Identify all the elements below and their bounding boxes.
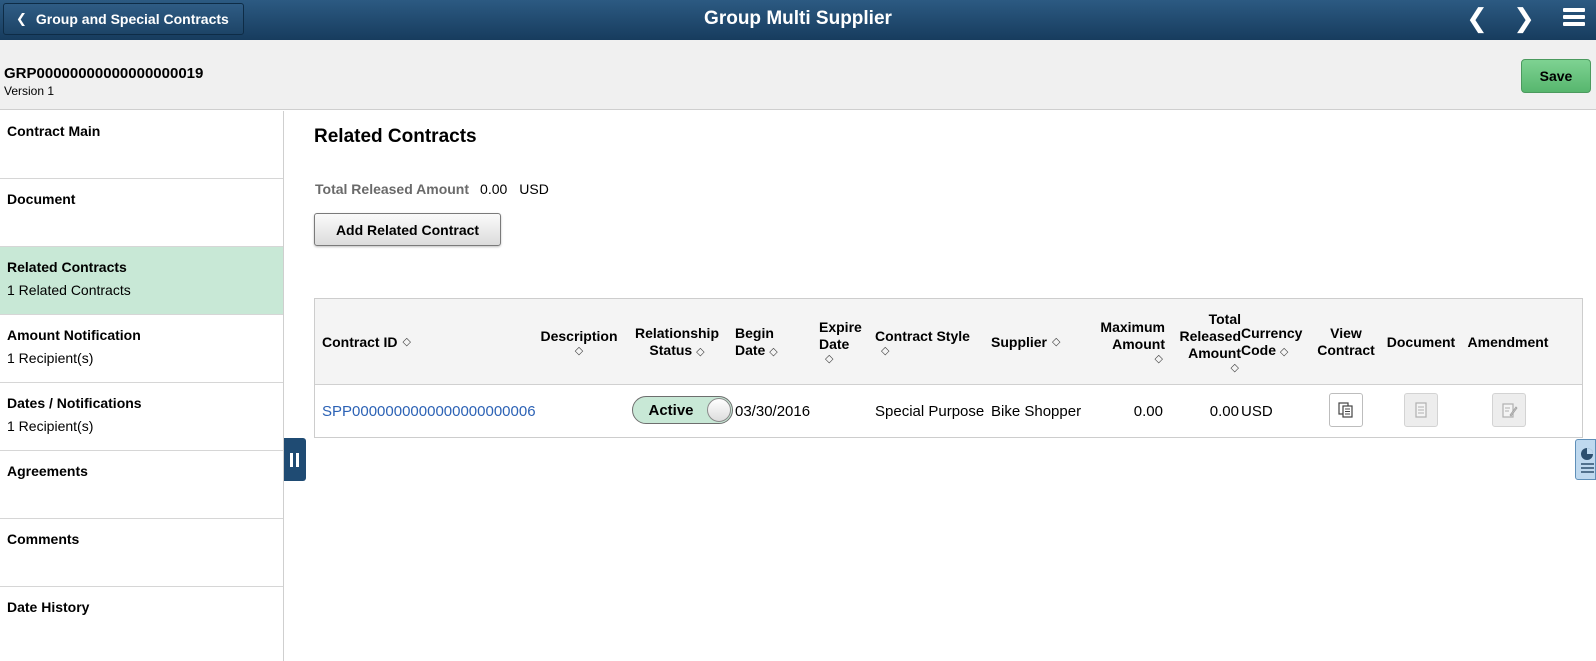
sidebar-item-comments[interactable]: Comments xyxy=(0,519,283,587)
back-button-label: Group and Special Contracts xyxy=(35,11,229,27)
document-icon xyxy=(1415,402,1427,418)
related-actions-tab[interactable] xyxy=(1575,439,1596,480)
page-header: GRP00000000000000000019 Version 1 Save xyxy=(0,40,1596,110)
maximum-amount-cell: 0.00 xyxy=(1133,402,1163,420)
sort-icon: ◇ xyxy=(1230,361,1239,374)
sidebar-item-count: 1 Recipient(s) xyxy=(7,350,94,366)
view-contract-button[interactable] xyxy=(1329,393,1363,427)
sidebar-item-date-history[interactable]: Date History xyxy=(0,587,283,655)
sort-icon: ◇ xyxy=(1052,336,1061,348)
sort-icon: ◇ xyxy=(1154,353,1163,365)
sort-icon: ◇ xyxy=(881,344,890,357)
column-header-relationship-status[interactable]: Relationship Status ◇ xyxy=(631,299,723,385)
relationship-status-toggle[interactable]: Active xyxy=(632,396,733,424)
total-released-value: 0.00 xyxy=(480,181,508,197)
add-related-contract-button[interactable]: Add Related Contract xyxy=(314,213,501,246)
total-released-amount: Total Released Amount 0.00 USD xyxy=(315,181,549,197)
total-released-label: Total Released Amount xyxy=(315,181,470,197)
table-row: SPP0000000000000000000006 Active 03/30/2… xyxy=(315,385,1582,437)
sidebar-item-label: Dates / Notifications xyxy=(7,395,142,411)
supplier-cell: Bike Shopper xyxy=(991,402,1082,420)
sort-icon: ◇ xyxy=(1279,346,1289,358)
view-contract-icon xyxy=(1338,402,1353,418)
sort-icon: ◇ xyxy=(825,353,834,365)
column-header-currency-code[interactable]: Currency Code ◇ xyxy=(1241,299,1302,385)
sidebar-item-count: 1 Related Contracts xyxy=(7,282,131,298)
sidebar-item-label: Comments xyxy=(7,531,80,547)
sidebar-item-label: Agreements xyxy=(7,463,88,479)
currency-code-cell: USD xyxy=(1241,402,1273,420)
contract-id-cell: SPP0000000000000000000006 xyxy=(322,385,536,437)
amendment-icon xyxy=(1502,403,1518,418)
toggle-knob xyxy=(707,398,731,422)
sidebar-item-dates-notifications[interactable]: Dates / Notifications 1 Recipient(s) xyxy=(0,383,283,451)
total-released-amount-cell: 0.00 xyxy=(1209,402,1239,420)
total-released-currency: USD xyxy=(519,181,549,197)
column-header-begin-date[interactable]: Begin Date ◇ xyxy=(735,299,778,385)
contract-id-link[interactable]: SPP0000000000000000000006 xyxy=(322,403,536,420)
sidebar-item-label: Contract Main xyxy=(7,123,101,139)
column-header-contract-id[interactable]: Contract ID ◇ xyxy=(322,299,411,385)
save-button[interactable]: Save xyxy=(1521,59,1591,93)
pie-chart-icon xyxy=(1581,448,1594,473)
previous-icon[interactable]: ❮ xyxy=(1462,4,1492,34)
sidebar-item-label: Related Contracts xyxy=(7,259,127,275)
version-label: Version 1 xyxy=(4,84,55,98)
left-navigation: Contract Main Document Related Contracts… xyxy=(0,111,284,661)
sort-icon: ◇ xyxy=(402,336,411,348)
sidebar-item-label: Document xyxy=(7,191,76,207)
sidebar-item-amount-notification[interactable]: Amount Notification 1 Recipient(s) xyxy=(0,315,283,383)
column-header-view-contract: View Contract xyxy=(1317,325,1375,358)
amendment-button xyxy=(1492,393,1526,427)
column-header-contract-style[interactable]: Contract Style ◇ xyxy=(875,299,970,385)
grid-header: Contract ID ◇ Description ◇ Relationship S… xyxy=(315,299,1582,385)
sidebar-item-document[interactable]: Document xyxy=(0,179,283,247)
column-header-maximum-amount[interactable]: Maximum Amount ◇ xyxy=(1075,299,1165,385)
group-id: GRP00000000000000000019 xyxy=(4,65,204,82)
chevron-left-icon: ❮ xyxy=(16,11,27,26)
app-banner: ❮ Group and Special Contracts Group Mult… xyxy=(0,0,1596,40)
sidebar-item-related-contracts[interactable]: Related Contracts 1 Related Contracts xyxy=(0,247,283,315)
document-button xyxy=(1404,393,1438,427)
section-title: Related Contracts xyxy=(314,126,477,147)
contract-style-cell: Special Purpose xyxy=(875,402,985,420)
sidebar-item-count: 1 Recipient(s) xyxy=(7,418,94,434)
sort-icon: ◇ xyxy=(769,346,778,358)
menu-icon[interactable] xyxy=(1563,8,1585,30)
related-contracts-grid: Contract ID ◇ Description ◇ Relationship S… xyxy=(314,298,1583,438)
column-header-expire-date[interactable]: Expire Date ◇ xyxy=(819,299,862,385)
collapse-sidebar-button[interactable] xyxy=(284,438,306,481)
back-button[interactable]: ❮ Group and Special Contracts xyxy=(3,3,244,35)
sidebar-item-agreements[interactable]: Agreements xyxy=(0,451,283,519)
column-header-document: Document xyxy=(1386,333,1456,350)
sort-icon: ◇ xyxy=(696,346,705,358)
column-header-amendment: Amendment xyxy=(1467,333,1549,350)
sidebar-item-contract-main[interactable]: Contract Main xyxy=(0,111,283,179)
column-header-total-released-amount[interactable]: Total Released Amount ◇ xyxy=(1165,299,1241,385)
status-label: Active xyxy=(648,402,694,419)
sort-icon: ◇ xyxy=(574,344,584,357)
column-header-description[interactable]: Description ◇ xyxy=(537,299,621,385)
begin-date-cell: 03/30/2016 xyxy=(735,402,811,420)
sidebar-item-label: Amount Notification xyxy=(7,327,141,343)
column-header-supplier[interactable]: Supplier ◇ xyxy=(991,299,1060,385)
sidebar-item-label: Date History xyxy=(7,599,90,615)
next-icon[interactable]: ❯ xyxy=(1509,4,1539,34)
